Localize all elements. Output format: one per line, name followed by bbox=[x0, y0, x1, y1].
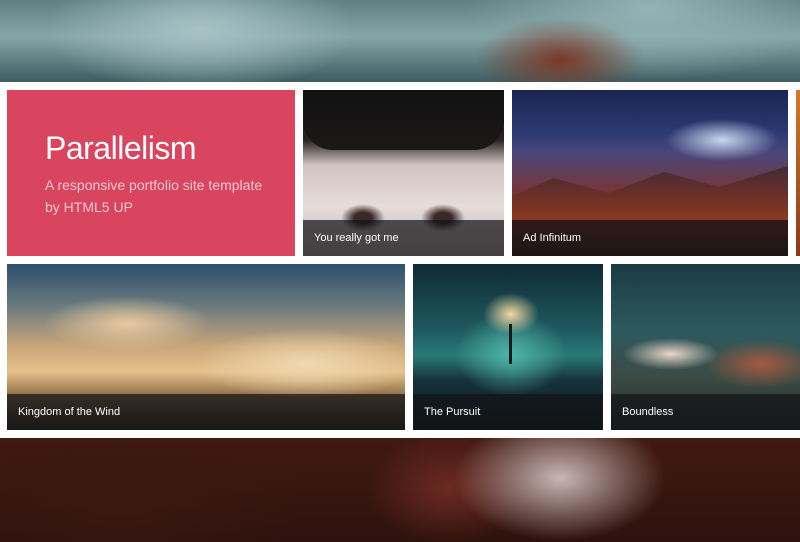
item-caption[interactable]: The Pursuit bbox=[413, 394, 603, 430]
site-subtitle: A responsive portfolio site template by … bbox=[45, 177, 263, 215]
portfolio-item-you-really-got-me[interactable]: You really got me bbox=[303, 90, 504, 256]
intro-tile: Parallelism A responsive portfolio site … bbox=[7, 90, 295, 256]
portfolio-item-boundless[interactable]: Boundless bbox=[611, 264, 800, 430]
item-caption[interactable]: Ad Infinitum bbox=[512, 220, 788, 256]
site-title: Parallelism bbox=[45, 130, 196, 166]
item-caption[interactable]: You really got me bbox=[303, 220, 504, 256]
item-caption[interactable]: Kingdom of the Wind bbox=[7, 394, 405, 430]
portfolio-item-partial[interactable] bbox=[796, 90, 800, 256]
background-image-bottom bbox=[0, 438, 800, 542]
portfolio-item-the-pursuit[interactable]: The Pursuit bbox=[413, 264, 603, 430]
thumbnail-image bbox=[509, 324, 512, 364]
page: Parallelism A responsive portfolio site … bbox=[0, 0, 800, 542]
portfolio-item-ad-infinitum[interactable]: Ad Infinitum bbox=[512, 90, 788, 256]
thumbnail-image bbox=[303, 90, 504, 150]
thumbnail-image bbox=[512, 166, 788, 220]
portfolio-item-kingdom-of-the-wind[interactable]: Kingdom of the Wind bbox=[7, 264, 405, 430]
background-image-top bbox=[0, 0, 800, 82]
item-caption[interactable]: Boundless bbox=[611, 394, 800, 430]
